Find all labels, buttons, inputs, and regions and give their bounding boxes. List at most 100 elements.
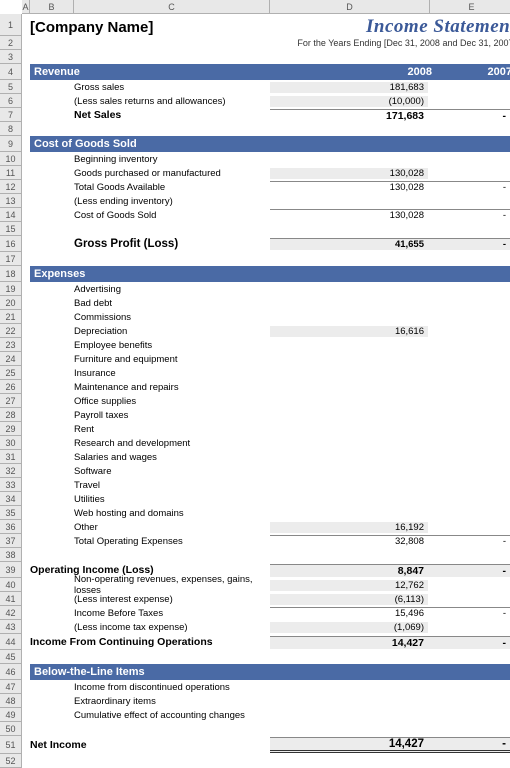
row-cogs-total: Cost of Goods Sold130,028- (30, 208, 510, 222)
row-utilities: Utilities (30, 492, 510, 506)
row-net-sales: Net Sales171,683- (30, 108, 510, 122)
row-header-9[interactable]: 9 (0, 136, 22, 152)
row-header-2[interactable]: 2 (0, 36, 22, 50)
row-discontinued-ops: Income from discontinued operations (30, 680, 510, 694)
row-header-3[interactable]: 3 (0, 50, 22, 64)
row-total-opex: Total Operating Expenses32,808- (30, 534, 510, 548)
year-col-1: 2008 (322, 66, 432, 78)
row-header-24[interactable]: 24 (0, 352, 22, 366)
row-header-8[interactable]: 8 (0, 122, 22, 136)
row-less-tax: (Less income tax expense)(1,069) (30, 620, 510, 634)
row-extraordinary: Extraordinary items (30, 694, 510, 708)
row-header-43[interactable]: 43 (0, 620, 22, 634)
row-web-hosting: Web hosting and domains (30, 506, 510, 520)
row-bad-debt: Bad debt (30, 296, 510, 310)
row-header-37[interactable]: 37 (0, 534, 22, 548)
row-header-32[interactable]: 32 (0, 464, 22, 478)
row-header-28[interactable]: 28 (0, 408, 22, 422)
row-header-6[interactable]: 6 (0, 94, 22, 108)
row-header-41[interactable]: 41 (0, 592, 22, 606)
col-header-a[interactable]: A (22, 0, 30, 13)
row-header-48[interactable]: 48 (0, 694, 22, 708)
row-travel: Travel (30, 478, 510, 492)
company-name: [Company Name] (30, 19, 153, 36)
row-returns: (Less sales returns and allowances)(10,0… (30, 94, 510, 108)
row-other: Other16,192 (30, 520, 510, 534)
row-header-27[interactable]: 27 (0, 394, 22, 408)
row-headers: 1234567891011121314151617181920212223242… (0, 14, 22, 768)
col-header-b[interactable]: B (30, 0, 74, 13)
row-header-44[interactable]: 44 (0, 634, 22, 650)
row-header-22[interactable]: 22 (0, 324, 22, 338)
row-header-1[interactable]: 1 (0, 14, 22, 36)
row-header-47[interactable]: 47 (0, 680, 22, 694)
row-gross-profit: Gross Profit (Loss)41,655- (30, 236, 510, 252)
subtitle: For the Years Ending [Dec 31, 2008 and D… (30, 36, 510, 50)
row-header-29[interactable]: 29 (0, 422, 22, 436)
row-insurance: Insurance (30, 366, 510, 380)
row-header-13[interactable]: 13 (0, 194, 22, 208)
row-header-11[interactable]: 11 (0, 166, 22, 180)
row-header-33[interactable]: 33 (0, 478, 22, 492)
row-salaries: Salaries and wages (30, 450, 510, 464)
col-header-e[interactable]: E (430, 0, 510, 13)
row-header-25[interactable]: 25 (0, 366, 22, 380)
row-cumulative-effect: Cumulative effect of accounting changes (30, 708, 510, 722)
row-maintenance: Maintenance and repairs (30, 380, 510, 394)
row-non-operating: Non-operating revenues, expenses, gains,… (30, 578, 510, 592)
row-total-goods: Total Goods Available130,028- (30, 180, 510, 194)
row-header-20[interactable]: 20 (0, 296, 22, 310)
row-header-19[interactable]: 19 (0, 282, 22, 296)
row-header-17[interactable]: 17 (0, 252, 22, 266)
year-col-2: 2007 (432, 66, 510, 78)
row-header-49[interactable]: 49 (0, 708, 22, 722)
row-header-12[interactable]: 12 (0, 180, 22, 194)
row-employee-benefits: Employee benefits (30, 338, 510, 352)
row-header-31[interactable]: 31 (0, 450, 22, 464)
row-header-16[interactable]: 16 (0, 236, 22, 252)
row-office-supplies: Office supplies (30, 394, 510, 408)
row-income-cont-ops: Income From Continuing Operations14,427- (30, 634, 510, 650)
row-header-52[interactable]: 52 (0, 754, 22, 768)
row-header-5[interactable]: 5 (0, 80, 22, 94)
section-below-line: Below-the-Line Items (30, 664, 510, 680)
row-header-46[interactable]: 46 (0, 664, 22, 680)
col-header-d[interactable]: D (270, 0, 430, 13)
spreadsheet-body[interactable]: [Company Name] Income Statement For the … (30, 14, 510, 768)
row-header-45[interactable]: 45 (0, 650, 22, 664)
row-end-inv: (Less ending inventory) (30, 194, 510, 208)
row-beg-inv: Beginning inventory (30, 152, 510, 166)
row-depreciation: Depreciation16,616 (30, 324, 510, 338)
row-header-21[interactable]: 21 (0, 310, 22, 324)
row-header-42[interactable]: 42 (0, 606, 22, 620)
row-header-50[interactable]: 50 (0, 722, 22, 736)
row-header-51[interactable]: 51 (0, 736, 22, 754)
row-advertising: Advertising (30, 282, 510, 296)
column-headers: A B C D E F (22, 0, 510, 14)
row-header-23[interactable]: 23 (0, 338, 22, 352)
title-row: [Company Name] Income Statement (30, 14, 510, 36)
row-gross-sales: Gross sales181,683 (30, 80, 510, 94)
row-header-30[interactable]: 30 (0, 436, 22, 450)
col-header-c[interactable]: C (74, 0, 270, 13)
section-cogs: Cost of Goods Sold (30, 136, 510, 152)
row-header-35[interactable]: 35 (0, 506, 22, 520)
row-header-40[interactable]: 40 (0, 578, 22, 592)
row-header-26[interactable]: 26 (0, 380, 22, 394)
row-header-15[interactable]: 15 (0, 222, 22, 236)
row-less-interest: (Less interest expense)(6,113) (30, 592, 510, 606)
row-header-10[interactable]: 10 (0, 152, 22, 166)
row-header-14[interactable]: 14 (0, 208, 22, 222)
section-revenue: Revenue 2008 2007 (30, 64, 510, 80)
row-rent: Rent (30, 422, 510, 436)
row-header-4[interactable]: 4 (0, 64, 22, 80)
row-header-18[interactable]: 18 (0, 266, 22, 282)
row-net-income: Net Income14,427- (30, 736, 510, 754)
row-header-39[interactable]: 39 (0, 562, 22, 578)
row-goods-purchased: Goods purchased or manufactured130,028 (30, 166, 510, 180)
document-title: Income Statement (366, 16, 510, 38)
row-header-38[interactable]: 38 (0, 548, 22, 562)
row-header-34[interactable]: 34 (0, 492, 22, 506)
row-header-36[interactable]: 36 (0, 520, 22, 534)
row-header-7[interactable]: 7 (0, 108, 22, 122)
